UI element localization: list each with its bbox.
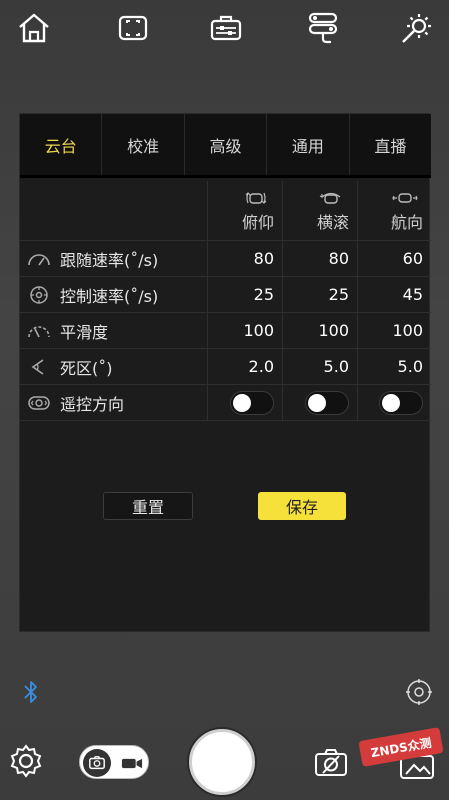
column-yaw: 航向 [358, 181, 431, 240]
value-cell[interactable]: 80 [283, 241, 358, 276]
value-cell[interactable]: 45 [358, 277, 431, 312]
deadzone-icon [26, 357, 52, 377]
tab-advanced[interactable]: 高级 [185, 114, 268, 175]
table-row: 遥控方向 [20, 385, 431, 421]
table-row: 跟随速率(˚/s) 80 80 60 [20, 241, 431, 277]
tab-live[interactable]: 直播 [350, 114, 431, 175]
row-label: 死区(˚) [60, 358, 113, 378]
tracking-target-icon [406, 679, 432, 705]
value-cell[interactable]: 100 [358, 313, 431, 348]
column-roll-label: 横滚 [316, 212, 349, 232]
brightness-button[interactable] [397, 8, 437, 48]
yaw-axis-icon [392, 192, 418, 203]
route-icon [308, 12, 338, 44]
value-cell[interactable]: 60 [358, 241, 431, 276]
table-row: 平滑度 100 100 100 [20, 313, 431, 349]
row-remote-direction: 遥控方向 [20, 385, 208, 420]
gimbal-settings-panel: 云台 校准 高级 通用 直播 俯仰 横滚 航向 跟随速率(˚/s) 80 80 … [19, 113, 431, 632]
toolbox-button[interactable] [206, 8, 246, 48]
focus-frame-icon [118, 15, 148, 41]
speedometer-icon [26, 249, 52, 269]
row-smoothness: 平滑度 [20, 313, 208, 348]
table-row: 死区(˚) 2.0 5.0 5.0 [20, 349, 431, 385]
bluetooth-icon[interactable] [20, 678, 42, 706]
value-cell[interactable]: 80 [208, 241, 283, 276]
value-cell[interactable]: 100 [283, 313, 358, 348]
toggle-cell [208, 385, 283, 420]
value-cell[interactable]: 5.0 [283, 349, 358, 384]
video-mode-icon [120, 754, 144, 772]
tracking-target-button[interactable] [404, 677, 434, 707]
value-cell[interactable]: 25 [283, 277, 358, 312]
home-button[interactable] [14, 8, 54, 48]
table-row: 控制速率(˚/s) 25 25 45 [20, 277, 431, 313]
pitch-axis-icon [245, 191, 267, 204]
tab-calibration[interactable]: 校准 [102, 114, 185, 175]
value-cell[interactable]: 100 [208, 313, 283, 348]
toggle-cell [358, 385, 431, 420]
remote-direction-icon [26, 393, 52, 413]
remote-direction-roll-toggle[interactable] [305, 390, 349, 415]
camera-icon [315, 749, 347, 776]
focus-frame-button[interactable] [113, 8, 153, 48]
gear-icon [10, 744, 42, 778]
row-deadband: 死区(˚) [20, 349, 208, 384]
value-cell[interactable]: 2.0 [208, 349, 283, 384]
photo-mode-icon [83, 749, 111, 777]
smooth-gauge-icon [26, 321, 52, 341]
shutter-button[interactable] [189, 729, 255, 795]
row-label: 跟随速率(˚/s) [60, 250, 159, 270]
roll-axis-icon [319, 192, 341, 204]
toggle-cell [283, 385, 358, 420]
column-roll: 横滚 [283, 181, 358, 240]
row-label: 平滑度 [60, 322, 109, 342]
row-label: 控制速率(˚/s) [60, 286, 159, 306]
row-follow-speed: 跟随速率(˚/s) [20, 241, 208, 276]
home-icon [19, 13, 49, 43]
row-label: 遥控方向 [60, 394, 125, 414]
save-button[interactable]: 保存 [258, 492, 346, 520]
settings-tabs: 云台 校准 高级 通用 直播 [20, 114, 431, 178]
toolbox-icon [210, 15, 242, 41]
row-control-speed: 控制速率(˚/s) [20, 277, 208, 312]
remote-direction-yaw-toggle[interactable] [379, 390, 423, 415]
target-icon [26, 285, 52, 305]
value-cell[interactable]: 5.0 [358, 349, 431, 384]
column-yaw-label: 航向 [390, 212, 423, 232]
brightness-icon [402, 14, 431, 43]
route-button[interactable] [303, 8, 343, 48]
top-toolbar [0, 0, 449, 56]
tab-general[interactable]: 通用 [267, 114, 350, 175]
header-blank [20, 181, 208, 240]
switch-camera-button[interactable] [313, 746, 349, 778]
column-pitch-label: 俯仰 [241, 212, 274, 232]
photo-video-mode-switch[interactable] [79, 745, 149, 779]
tab-gimbal[interactable]: 云台 [20, 114, 103, 175]
parameter-table: 俯仰 横滚 航向 跟随速率(˚/s) 80 80 60 控制速率(˚/s) 25… [20, 181, 431, 421]
reset-button[interactable]: 重置 [103, 492, 193, 520]
remote-direction-pitch-toggle[interactable] [230, 390, 274, 415]
column-pitch: 俯仰 [208, 181, 283, 240]
table-header: 俯仰 横滚 航向 [20, 181, 431, 241]
value-cell[interactable]: 25 [208, 277, 283, 312]
settings-button[interactable] [8, 743, 44, 779]
